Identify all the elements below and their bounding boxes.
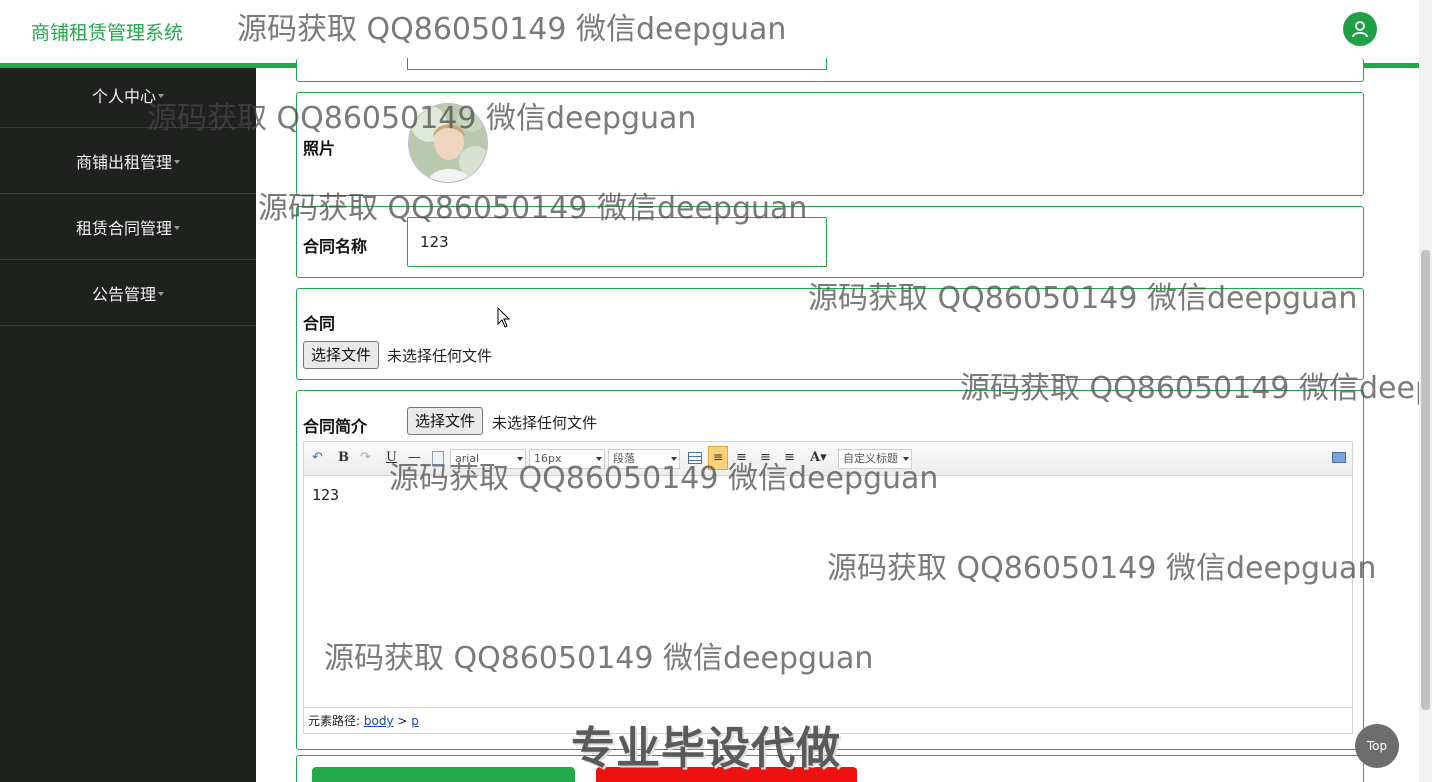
intro-file-status: 未选择任何文件 [492,414,598,432]
path-p-link[interactable]: p [411,714,419,728]
previous-input[interactable] [407,58,827,70]
submit-button[interactable] [312,767,575,782]
contract-name-panel: 合同名称 123 [296,206,1364,278]
photo-image [408,103,488,183]
fullscreen-icon[interactable] [1332,452,1346,463]
editor-toolbar: ↶ B ↷ U — arial 16px 段落 ≡ ≡ ≡ ≡ A▾ 自定义标题 [304,442,1352,476]
page-scrollbar[interactable] [1419,0,1432,782]
chevron-down-icon [158,291,164,296]
custom-title-select[interactable]: 自定义标题 [838,449,912,469]
file-status: 未选择任何文件 [387,347,493,365]
photo-label: 照片 [303,139,336,158]
promo-watermark: 专业毕设代做 [571,723,841,774]
photo-panel: 照片 [296,92,1364,196]
chevron-down-icon [174,159,180,164]
sidebar-item-personal-center[interactable]: 个人中心 [0,63,256,128]
undo-icon[interactable]: ↶ [312,448,323,468]
sidebar-item-label: 商铺出租管理 [75,152,172,172]
redo-icon[interactable]: ↷ [360,448,371,468]
align-center-icon[interactable]: ≡ [736,448,747,468]
sidebar-item-label: 个人中心 [91,87,156,106]
chevron-down-icon [158,94,164,98]
align-left-icon[interactable]: ≡ [708,446,728,470]
contract-name-input[interactable]: 123 [407,217,827,267]
align-justify-icon[interactable]: ≡ [784,448,795,468]
sidebar-item-label: 租赁合同管理 [75,218,172,238]
table-icon[interactable] [688,452,702,464]
sidebar-item-shop-rental[interactable]: 商铺出租管理 [0,128,256,194]
scrollbar-thumb[interactable] [1421,250,1430,710]
contract-name-label: 合同名称 [303,237,368,256]
sidebar: 个人中心 商铺出租管理 租赁合同管理 公告管理 [0,68,256,782]
contract-intro-label: 合同简介 [303,417,368,436]
contract-label: 合同 [303,314,336,333]
bold-icon[interactable]: B [338,448,349,468]
document-icon[interactable] [432,451,444,465]
back-to-top-button[interactable]: Top [1355,724,1399,768]
path-body-link[interactable]: body [364,714,394,728]
sidebar-item-contract[interactable]: 租赁合同管理 [0,194,256,260]
sidebar-item-notice[interactable]: 公告管理 [0,260,256,326]
choose-file-button[interactable]: 选择文件 [303,341,380,369]
underline-icon[interactable]: U [386,448,397,468]
font-size-select[interactable]: 16px [529,449,605,469]
chevron-down-icon [174,225,180,230]
path-label: 元素路径: [308,714,361,728]
font-color-icon[interactable]: A▾ [810,448,827,468]
rich-text-editor: ↶ B ↷ U — arial 16px 段落 ≡ ≡ ≡ ≡ A▾ 自定义标题… [303,441,1353,734]
contract-file-panel: 合同 选择文件 未选择任何文件 [296,288,1364,380]
user-glyph [1352,21,1368,38]
contract-intro-panel: 合同简介 选择文件 未选择任何文件 ↶ B ↷ U — arial 16px 段… [296,390,1364,750]
paragraph-select[interactable]: 段落 [608,449,680,469]
horizontal-rule-icon[interactable]: — [408,448,421,468]
intro-choose-file-button[interactable]: 选择文件 [407,407,484,435]
user-icon[interactable] [1343,12,1377,46]
mouse-cursor-icon [497,306,511,333]
path-separator: > [397,714,408,728]
previous-field-panel [296,58,1364,82]
align-right-icon[interactable]: ≡ [760,448,771,468]
editor-content[interactable]: 123 [312,486,339,504]
sidebar-item-label: 公告管理 [91,284,156,304]
font-family-select[interactable]: arial [450,449,526,469]
brand-title: 商铺租赁管理系统 [31,22,184,44]
